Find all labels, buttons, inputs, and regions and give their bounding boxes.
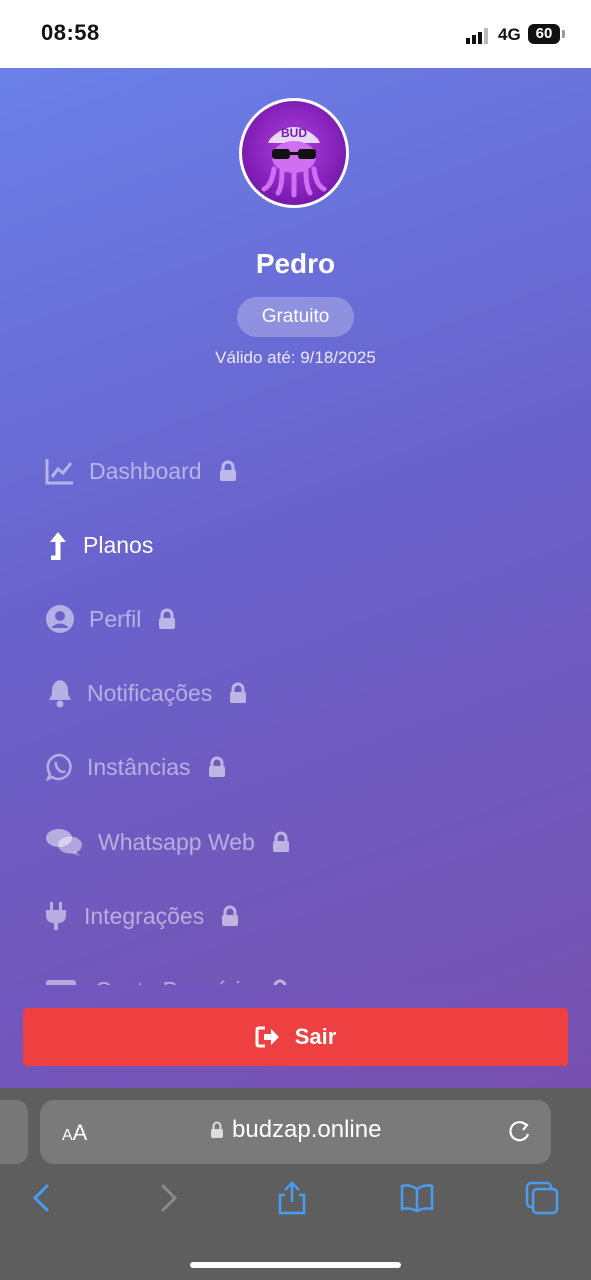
- nav-label-whatsapp-web: Whatsapp Web: [98, 828, 255, 855]
- nav-label-instancias: Instâncias: [87, 753, 191, 780]
- valid-until-text: Válido até: 9/18/2025: [215, 348, 376, 367]
- lock-icon: [211, 1121, 223, 1138]
- url-text: budzap.online: [232, 1116, 382, 1143]
- lock-icon: [272, 831, 289, 852]
- nav-item-integracoes[interactable]: Integrações: [45, 896, 240, 936]
- user-name: Pedro: [255, 248, 336, 279]
- signal-icon: [466, 28, 488, 44]
- nav-item-planos[interactable]: Planos: [45, 525, 153, 565]
- chart-line-icon: [45, 456, 75, 486]
- nav-item-dashboard[interactable]: Dashboard: [45, 451, 238, 491]
- plan-badge: Gratuito: [237, 297, 354, 337]
- home-indicator: [190, 1262, 401, 1268]
- avatar[interactable]: BUD: [239, 98, 349, 208]
- lock-icon: [219, 460, 236, 481]
- network-type: 4G: [498, 25, 521, 44]
- nav-label-dashboard: Dashboard: [89, 457, 202, 484]
- back-icon[interactable]: [24, 1180, 60, 1216]
- url-display[interactable]: budzap.online: [210, 1116, 381, 1144]
- text-size-small-a: A: [62, 1127, 73, 1144]
- status-time: 08:58: [41, 20, 100, 45]
- battery-icon: 60: [528, 24, 560, 44]
- lock-icon: [208, 756, 225, 777]
- svg-text:BUD: BUD: [281, 126, 307, 140]
- nav-item-instancias[interactable]: Instâncias: [45, 747, 227, 787]
- whatsapp-icon: [45, 752, 75, 782]
- nav-label-notificacoes: Notificações: [87, 679, 213, 706]
- lock-icon: [222, 905, 239, 926]
- tabs-icon[interactable]: [524, 1180, 560, 1216]
- sign-out-icon: [255, 1026, 279, 1048]
- side-menu: BUD Pedro Gratuito Válido até: 9/18/2025…: [0, 68, 591, 1088]
- nav-label-integracoes: Integrações: [84, 902, 205, 929]
- logout-label: Sair: [294, 1024, 337, 1049]
- status-bar: 08:58 4G 60: [0, 0, 591, 68]
- nav-item-notificacoes[interactable]: Notificações: [45, 673, 248, 713]
- share-icon[interactable]: [274, 1180, 310, 1216]
- lock-icon: [159, 608, 176, 629]
- address-bar[interactable]: AA budzap.online: [40, 1100, 551, 1164]
- battery-tip: [562, 30, 565, 38]
- bell-icon: [45, 678, 75, 708]
- user-circle-icon: [45, 604, 75, 634]
- nav-item-whatsapp-web[interactable]: Whatsapp Web: [45, 822, 291, 862]
- bookmarks-icon[interactable]: [399, 1180, 435, 1216]
- previous-tab[interactable]: [0, 1100, 28, 1164]
- plug-icon: [45, 901, 67, 931]
- reload-icon[interactable]: [506, 1119, 532, 1145]
- text-size-large-a: A: [72, 1120, 88, 1145]
- logout-button[interactable]: Sair: [23, 1008, 568, 1066]
- avatar-image: BUD: [242, 101, 346, 205]
- lock-icon: [230, 682, 247, 703]
- octopus-mascot-icon: BUD: [261, 126, 327, 198]
- forward-icon[interactable]: [150, 1180, 186, 1216]
- text-size-button[interactable]: AA: [62, 1120, 87, 1146]
- nav-label-perfil: Perfil: [89, 605, 142, 632]
- comments-icon: [45, 827, 83, 857]
- nav-item-perfil[interactable]: Perfil: [45, 599, 177, 639]
- nav-label-planos: Planos: [83, 531, 154, 558]
- arrow-turn-up-icon: [45, 530, 75, 560]
